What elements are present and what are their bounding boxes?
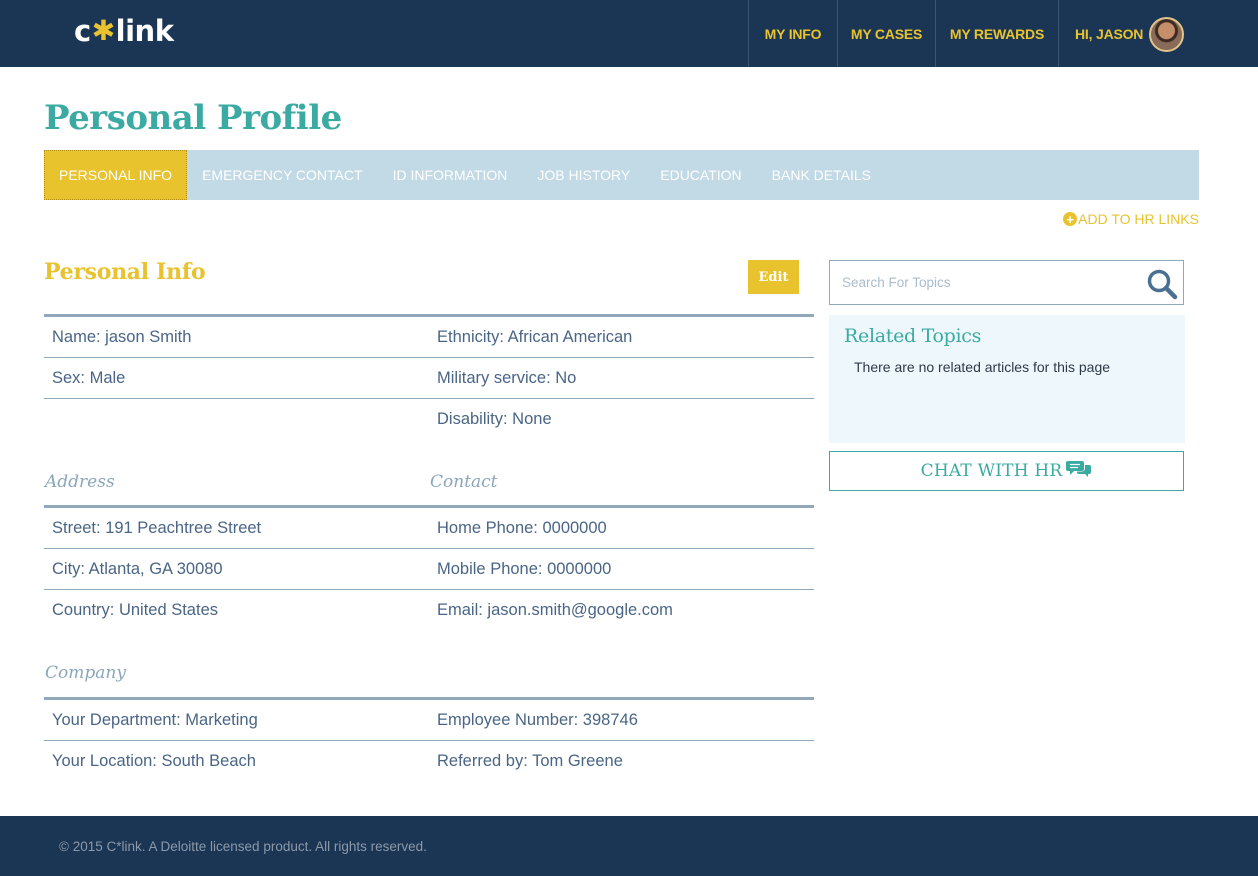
field-military-service: Military service: No	[437, 368, 577, 387]
logo-text-link: link	[115, 14, 174, 48]
plus-circle-icon: +	[1063, 212, 1078, 226]
chat-bubbles-icon	[1066, 461, 1092, 477]
table-row: Street: 191 Peachtree Street Home Phone:…	[44, 508, 814, 549]
user-avatar[interactable]	[1149, 17, 1184, 52]
search-box	[829, 260, 1184, 305]
field-street: Street: 191 Peachtree Street	[52, 518, 262, 537]
field-email: Email: jason.smith@google.com	[437, 601, 673, 619]
nav-my-info[interactable]: MY INFO	[748, 0, 837, 67]
tab-bank-details[interactable]: BANK DETAILS	[757, 150, 886, 200]
personal-info-table: Name: jason Smith Ethnicity: African Ame…	[44, 314, 814, 440]
footer-copyright: © 2015 C*link. A Deloitte licensed produ…	[59, 839, 427, 854]
field-location: Your Location: South Beach	[52, 752, 256, 770]
profile-tabs: PERSONAL INFO EMERGENCY CONTACT ID INFOR…	[44, 150, 1199, 200]
related-topics-panel: Related Topics There are no related arti…	[829, 315, 1185, 443]
tab-emergency-contact[interactable]: EMERGENCY CONTACT	[187, 150, 378, 200]
add-to-hr-links-link[interactable]: + ADD TO HR LINKS	[1063, 211, 1199, 227]
field-country: Country: United States	[52, 601, 218, 619]
section-title-personal-info: Personal Info	[44, 259, 206, 285]
address-contact-table: Street: 191 Peachtree Street Home Phone:…	[44, 505, 814, 631]
page-title: Personal Profile	[44, 98, 342, 138]
field-empty	[44, 399, 429, 440]
table-row: Disability: None	[44, 399, 814, 440]
search-icon[interactable]	[1146, 268, 1178, 300]
user-greeting: HI, JASON	[1075, 25, 1144, 42]
field-department: Your Department: Marketing	[52, 710, 258, 729]
field-mobile-phone: Mobile Phone: 0000000	[437, 559, 612, 578]
company-table: Your Department: Marketing Employee Numb…	[44, 697, 814, 782]
field-disability: Disability: None	[437, 410, 552, 428]
related-topics-title: Related Topics	[844, 325, 982, 347]
field-home-phone: Home Phone: 0000000	[437, 518, 607, 537]
field-name: Name: jason Smith	[52, 327, 192, 346]
tab-education[interactable]: EDUCATION	[645, 150, 756, 200]
table-row: Country: United States Email: jason.smit…	[44, 590, 814, 631]
search-input[interactable]	[830, 261, 1130, 304]
table-row: Your Location: South Beach Referred by: …	[44, 741, 814, 782]
chat-with-hr-label: CHAT WITH HR	[920, 461, 1063, 481]
logo-star-icon: ✱	[91, 14, 115, 47]
field-employee-number: Employee Number: 398746	[437, 710, 638, 729]
chat-with-hr-button[interactable]: CHAT WITH HR	[829, 451, 1184, 491]
footer: © 2015 C*link. A Deloitte licensed produ…	[0, 816, 1258, 876]
nav-my-rewards[interactable]: MY REWARDS	[935, 0, 1058, 67]
table-row: Your Department: Marketing Employee Numb…	[44, 700, 814, 741]
tab-personal-info[interactable]: PERSONAL INFO	[44, 150, 188, 200]
subheading-company: Company	[45, 663, 126, 683]
edit-button[interactable]: Edit	[748, 260, 799, 294]
table-row: City: Atlanta, GA 30080 Mobile Phone: 00…	[44, 549, 814, 590]
field-ethnicity: Ethnicity: African American	[437, 327, 633, 346]
field-referred-by: Referred by: Tom Greene	[437, 752, 623, 770]
nav-my-cases[interactable]: MY CASES	[837, 0, 935, 67]
tab-id-information[interactable]: ID INFORMATION	[378, 150, 523, 200]
field-city: City: Atlanta, GA 30080	[52, 559, 223, 578]
table-row: Sex: Male Military service: No	[44, 358, 814, 399]
subheading-address: Address	[45, 472, 115, 492]
subheading-contact: Contact	[430, 472, 498, 492]
add-to-hr-links-label: ADD TO HR LINKS	[1078, 211, 1199, 227]
tab-job-history[interactable]: JOB HISTORY	[522, 150, 645, 200]
logo-text-c: c	[74, 14, 91, 48]
field-sex: Sex: Male	[52, 368, 126, 387]
clink-logo[interactable]: c ✱ link	[74, 12, 174, 50]
table-row: Name: jason Smith Ethnicity: African Ame…	[44, 317, 814, 358]
related-topics-empty-message: There are no related articles for this p…	[854, 359, 1111, 375]
